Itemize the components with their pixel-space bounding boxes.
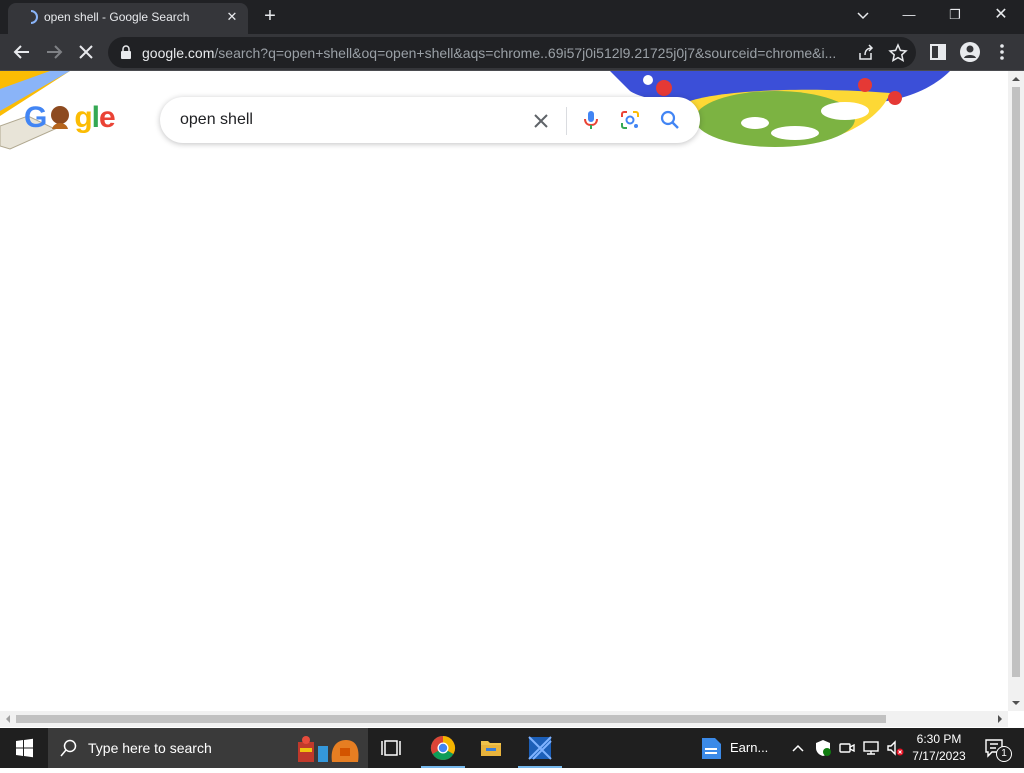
file-explorer-icon[interactable] (467, 728, 515, 768)
show-hidden-icons-chevron-icon[interactable] (788, 738, 808, 758)
restore-button[interactable]: ❐ (932, 0, 978, 30)
doodle-figure-icon (51, 106, 70, 129)
share-icon[interactable] (856, 43, 876, 63)
network-icon[interactable] (861, 738, 881, 758)
taskbar-search-placeholder: Type here to search (88, 740, 212, 756)
tab-title: open shell - Google Search (44, 10, 190, 24)
chrome-icon (430, 736, 456, 761)
logo-letter-l: l (91, 101, 100, 134)
windows-start-icon[interactable] (0, 728, 48, 768)
tab-search-chevron-icon[interactable] (852, 5, 874, 25)
taskbar-clock[interactable]: 6:30 PM 7/17/2023 (908, 731, 970, 765)
page-content: Ggle open shell (0, 71, 1008, 711)
earn-label: Earn... (730, 740, 769, 755)
application-icon (528, 736, 552, 760)
browser-toolbar: google.com/search?q=open+shell&oq=open+s… (0, 34, 1024, 71)
clock-date: 7/17/2023 (912, 749, 966, 763)
scroll-left-arrow-icon[interactable] (4, 715, 12, 723)
browser-tab[interactable]: open shell - Google Search ✕ (8, 3, 248, 34)
google-logo[interactable]: Ggle (24, 101, 116, 135)
vertical-scrollbar[interactable] (1008, 71, 1024, 711)
scroll-down-arrow-icon[interactable] (1012, 699, 1020, 707)
search-input[interactable]: open shell (180, 111, 253, 129)
clear-search-icon[interactable] (530, 110, 552, 132)
action-center-button[interactable]: 1 (976, 728, 1024, 768)
google-lens-icon[interactable] (619, 109, 641, 131)
volume-muted-icon[interactable] (885, 738, 905, 758)
logo-letter-e: e (99, 101, 116, 134)
clock-time: 6:30 PM (916, 732, 962, 746)
url-text[interactable]: google.com/search?q=open+shell&oq=open+s… (142, 45, 854, 61)
side-panel-icon[interactable] (924, 38, 952, 66)
meet-now-icon[interactable] (837, 738, 857, 758)
search-box[interactable]: open shell (160, 97, 700, 143)
vertical-scroll-thumb[interactable] (1012, 87, 1020, 677)
search-box-divider (566, 107, 567, 135)
minimize-button[interactable]: — (886, 0, 932, 30)
logo-letter-g: G (24, 101, 47, 134)
forward-arrow-icon[interactable] (40, 38, 68, 66)
loading-spinner-icon (30, 10, 38, 24)
back-arrow-icon[interactable] (8, 38, 36, 66)
taskbar-search-box[interactable]: Type here to search (48, 728, 368, 768)
address-bar[interactable]: google.com/search?q=open+shell&oq=open+s… (108, 37, 916, 68)
tab-strip: open shell - Google Search ✕ + — ❐ ✕ (0, 0, 1024, 34)
chrome-taskbar-button[interactable] (419, 728, 467, 768)
windows-taskbar: Type here to search Earn... 6:30 PM 7/17… (0, 728, 1024, 768)
close-tab-button[interactable]: ✕ (224, 9, 240, 25)
url-path: /search?q=open+shell&oq=open+shell&aqs=c… (214, 45, 837, 61)
search-icon (60, 739, 77, 757)
horizontal-scroll-thumb[interactable] (16, 715, 886, 723)
lock-icon[interactable] (120, 45, 132, 59)
app-taskbar-button[interactable] (516, 728, 564, 768)
horizontal-scrollbar[interactable] (0, 711, 1008, 727)
search-highlights-icon (298, 736, 359, 762)
menu-dots-icon[interactable] (988, 38, 1016, 66)
microphone-icon[interactable] (580, 109, 602, 131)
logo-letter-g2: g (74, 101, 92, 134)
profile-avatar-icon[interactable] (956, 38, 984, 66)
task-view-icon[interactable] (368, 728, 416, 768)
security-shield-icon[interactable] (813, 738, 833, 758)
scroll-right-arrow-icon[interactable] (996, 715, 1004, 723)
earn-taskbar-button[interactable]: Earn... (688, 728, 788, 768)
new-tab-button[interactable]: + (258, 6, 282, 28)
close-window-button[interactable]: ✕ (978, 0, 1024, 30)
notification-count-badge: 1 (996, 746, 1012, 762)
stop-loading-icon[interactable] (72, 38, 100, 66)
bookmark-star-icon[interactable] (888, 43, 908, 63)
search-icon[interactable] (659, 109, 681, 131)
scroll-up-arrow-icon[interactable] (1012, 75, 1020, 83)
url-host: google.com (142, 45, 215, 61)
